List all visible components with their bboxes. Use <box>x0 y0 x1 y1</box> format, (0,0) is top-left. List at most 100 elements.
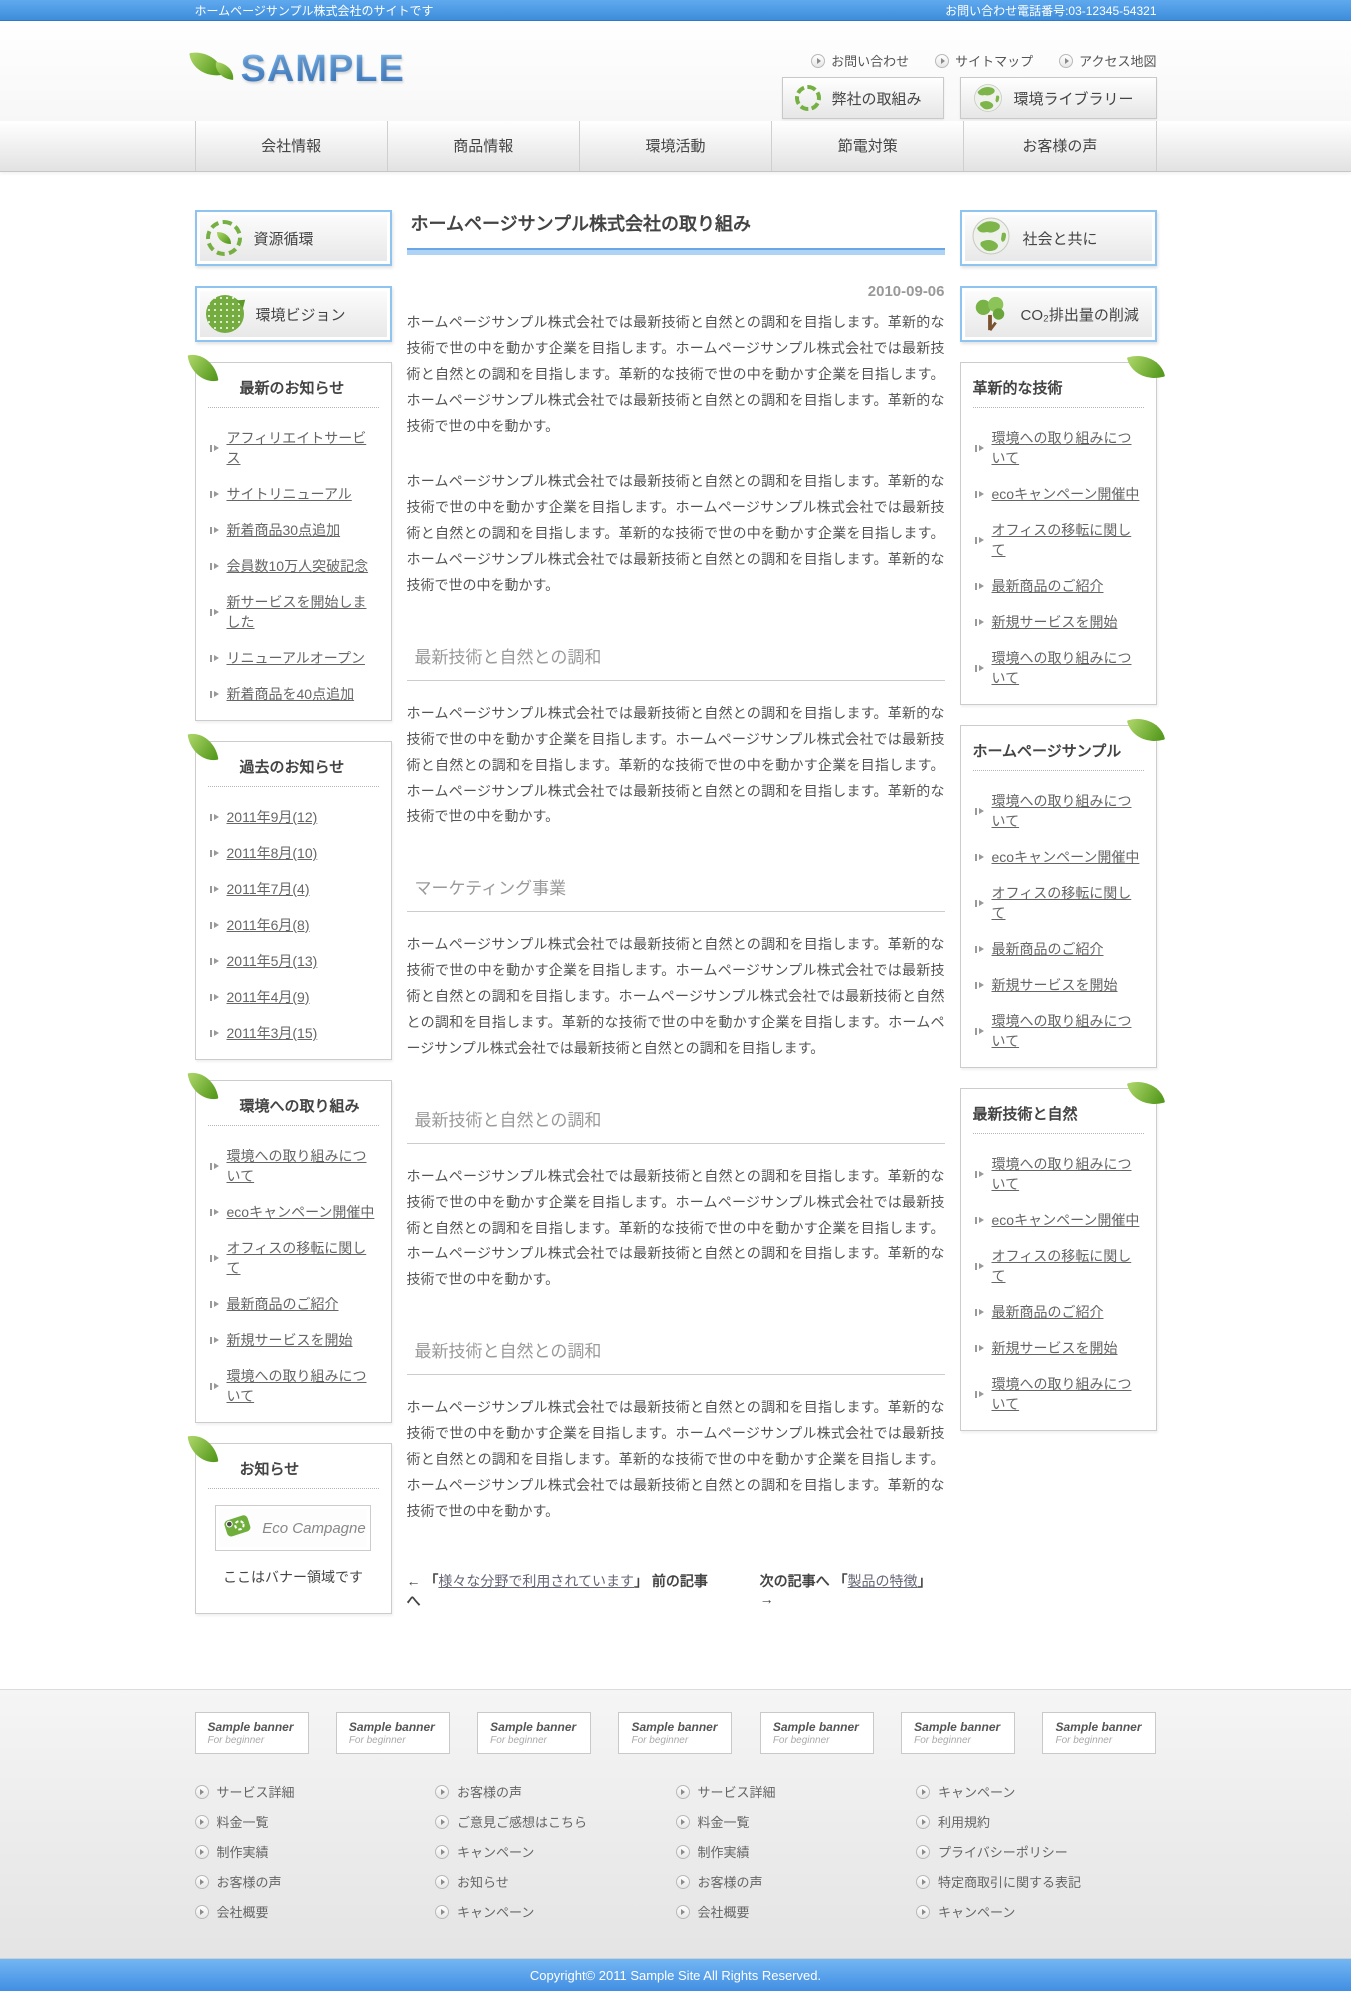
circle-play-icon <box>935 54 949 68</box>
sidebar-link[interactable]: 新規サービスを開始 <box>992 612 1118 632</box>
prev-article-link[interactable]: 様々な分野で利用されています <box>438 1573 634 1589</box>
footer-link[interactable]: お客様の声 <box>676 1872 917 1891</box>
footer-link[interactable]: 特定商取引に関する表記 <box>916 1872 1157 1891</box>
next-article-link[interactable]: 製品の特徴 <box>848 1573 918 1589</box>
step-arrow-icon <box>210 957 219 966</box>
footer-link[interactable]: ご意見ご感想はこちら <box>435 1812 676 1831</box>
banner-title: Sample banner <box>490 1720 590 1734</box>
eco-link[interactable]: オフィスの移転に関して <box>227 1238 377 1278</box>
news-link[interactable]: 新着商品30点追加 <box>227 520 341 540</box>
eco-link[interactable]: ecoキャンペーン開催中 <box>227 1202 375 1222</box>
circle-play-icon <box>195 1815 209 1829</box>
sample-banner[interactable]: Sample banner For beginner <box>760 1712 874 1754</box>
list-item: オフィスの移転に関して <box>975 520 1142 560</box>
footer-link[interactable]: プライバシーポリシー <box>916 1842 1157 1861</box>
library-button[interactable]: 環境ライブラリー <box>960 77 1156 119</box>
footer-link[interactable]: 制作実績 <box>195 1842 436 1861</box>
section-heading: 最新技術と自然との調和 <box>407 1092 945 1144</box>
sample-banner[interactable]: Sample banner For beginner <box>1042 1712 1156 1754</box>
sample-banner[interactable]: Sample banner For beginner <box>618 1712 732 1754</box>
archive-link[interactable]: 2011年6月(8) <box>227 915 310 935</box>
eco-campagne-banner[interactable]: Eco Campagne <box>215 1505 371 1551</box>
news-link[interactable]: サイトリニューアル <box>227 484 352 504</box>
list-item: 環境への取り組みについて <box>210 1146 377 1186</box>
site-logo[interactable]: SAMPLE <box>189 47 405 91</box>
sidebar-link[interactable]: 環境への取り組みについて <box>992 648 1142 688</box>
news-link[interactable]: 新サービスを開始しました <box>227 592 377 632</box>
sample-banner[interactable]: Sample banner For beginner <box>901 1712 1015 1754</box>
sample-banner[interactable]: Sample banner For beginner <box>336 1712 450 1754</box>
footer-link[interactable]: 会社概要 <box>676 1902 917 1921</box>
footer-link[interactable]: キャンペーン <box>916 1782 1157 1801</box>
sidebar-link[interactable]: ecoキャンペーン開催中 <box>992 847 1140 867</box>
sample-banner[interactable]: Sample banner For beginner <box>477 1712 591 1754</box>
footer-link[interactable]: 会社概要 <box>195 1902 436 1921</box>
footer-link[interactable]: お客様の声 <box>195 1872 436 1891</box>
sidebar-link[interactable]: ecoキャンペーン開催中 <box>992 484 1140 504</box>
nav-item[interactable]: 会社情報 <box>195 121 387 171</box>
sidebar-link[interactable]: 環境への取り組みについて <box>992 1011 1142 1051</box>
footer-link[interactable]: 料金一覧 <box>676 1812 917 1831</box>
sidebar-link[interactable]: オフィスの移転に関して <box>992 520 1142 560</box>
footer-link[interactable]: サービス詳細 <box>676 1782 917 1801</box>
sidebar-link[interactable]: 新規サービスを開始 <box>992 1338 1118 1358</box>
sidebar-link[interactable]: オフィスの移転に関して <box>992 1246 1142 1286</box>
footer-link[interactable]: キャンペーン <box>435 1842 676 1861</box>
co2-feature-button[interactable]: CO₂排出量の削減 <box>960 286 1157 342</box>
eco-link[interactable]: 環境への取り組みについて <box>227 1366 377 1406</box>
footer-link[interactable]: 利用規約 <box>916 1812 1157 1831</box>
sidebar-link[interactable]: 最新商品のご紹介 <box>992 1302 1104 1322</box>
eco-link[interactable]: 最新商品のご紹介 <box>227 1294 339 1314</box>
footer-link[interactable]: 料金一覧 <box>195 1812 436 1831</box>
sidebar-link[interactable]: 新規サービスを開始 <box>992 975 1118 995</box>
sidebar-link[interactable]: オフィスの移転に関して <box>992 883 1142 923</box>
list-item: 環境への取り組みについて <box>975 1374 1142 1414</box>
nav-item[interactable]: 商品情報 <box>387 121 579 171</box>
archive-link[interactable]: 2011年3月(15) <box>227 1023 318 1043</box>
archive-link[interactable]: 2011年8月(10) <box>227 843 318 863</box>
sidebar-link[interactable]: 環境への取り組みについて <box>992 1374 1142 1414</box>
footer-link-label: お知らせ <box>457 1872 509 1891</box>
sidebar-link[interactable]: 最新商品のご紹介 <box>992 576 1104 596</box>
footer-link[interactable]: お知らせ <box>435 1872 676 1891</box>
eco-link[interactable]: 新規サービスを開始 <box>227 1330 353 1350</box>
archive-link[interactable]: 2011年9月(12) <box>227 807 318 827</box>
footer-link[interactable]: キャンペーン <box>435 1902 676 1921</box>
sidebar-link[interactable]: ecoキャンペーン開催中 <box>992 1210 1140 1230</box>
footer-link[interactable]: お客様の声 <box>435 1782 676 1801</box>
list-item: 2011年6月(8) <box>210 915 377 935</box>
utility-link[interactable]: サイトマップ <box>935 51 1033 70</box>
next-article-label: 次の記事へ <box>760 1573 830 1589</box>
utility-link[interactable]: アクセス地図 <box>1059 51 1156 70</box>
sidebar-link[interactable]: 環境への取り組みについて <box>992 428 1142 468</box>
news-link[interactable]: 新着商品を40点追加 <box>227 684 355 704</box>
archive-link[interactable]: 2011年7月(4) <box>227 879 310 899</box>
recycle-feature-button[interactable]: 資源循環 <box>195 210 392 266</box>
news-link[interactable]: 会員数10万人突破記念 <box>227 556 369 576</box>
nav-item[interactable]: 環境活動 <box>579 121 771 171</box>
notice-box: お知らせ Eco Campagne ここはバナー領域です <box>195 1443 392 1614</box>
recycle-ring-icon <box>795 85 821 111</box>
sidebar-link[interactable]: 環境への取り組みについて <box>992 1154 1142 1194</box>
sidebar-link[interactable]: 最新商品のご紹介 <box>992 939 1104 959</box>
vision-feature-button[interactable]: 環境ビジョン <box>195 286 392 342</box>
initiatives-button[interactable]: 弊社の取組み <box>782 77 944 119</box>
sidebar-link[interactable]: 環境への取り組みについて <box>992 791 1142 831</box>
news-link[interactable]: アフィリエイトサービス <box>227 428 377 468</box>
co2-feature-label: CO₂排出量の削減 <box>1021 304 1139 325</box>
sample-banner[interactable]: Sample banner For beginner <box>195 1712 309 1754</box>
society-feature-button[interactable]: 社会と共に <box>960 210 1157 266</box>
nav-item[interactable]: 節電対策 <box>771 121 963 171</box>
utility-link[interactable]: お問い合わせ <box>811 51 909 70</box>
news-link[interactable]: リニューアルオープン <box>227 648 365 668</box>
eco-link[interactable]: 環境への取り組みについて <box>227 1146 377 1186</box>
nav-item[interactable]: お客様の声 <box>963 121 1156 171</box>
archive-link[interactable]: 2011年4月(9) <box>227 987 310 1007</box>
footer-link[interactable]: サービス詳細 <box>195 1782 436 1801</box>
archive-link[interactable]: 2011年5月(13) <box>227 951 318 971</box>
contact-phone: お問い合わせ電話番号:03-12345-54321 <box>945 2 1156 19</box>
list-item: 2011年3月(15) <box>210 1023 377 1043</box>
footer-link[interactable]: キャンペーン <box>916 1902 1157 1921</box>
footer-link[interactable]: 制作実績 <box>676 1842 917 1861</box>
step-arrow-icon <box>210 849 219 858</box>
